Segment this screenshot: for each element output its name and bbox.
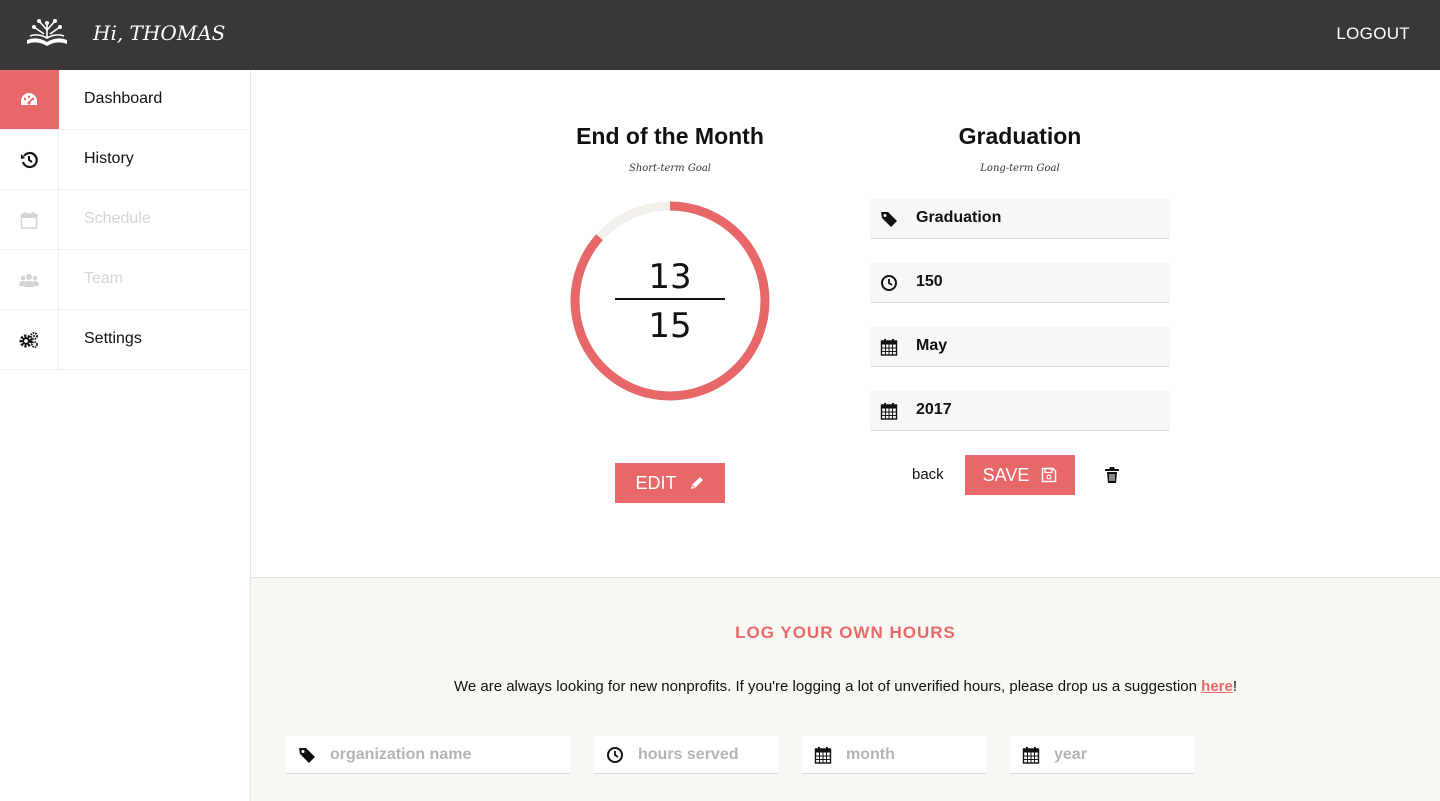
clock-icon [607,747,623,763]
sidebar-item-dashboard[interactable]: Dashboard [0,70,250,130]
log-year-input[interactable] [1054,736,1184,774]
calendar-icon [880,339,898,356]
top-bar: Hi, THOMAS LOGOUT [0,0,1440,70]
edit-button[interactable]: EDIT [615,463,725,503]
gears-icon [19,331,38,348]
goal-hours-field[interactable]: 150 [870,263,1170,303]
calendar-icon [20,211,38,229]
sidebar-icon-cell [0,310,59,369]
organization-input[interactable] [330,736,560,774]
log-month-field[interactable] [802,736,986,774]
edit-button-label: EDIT [635,472,677,493]
log-year-field[interactable] [1010,736,1194,774]
pencil-icon [690,477,703,489]
log-hours-text-end: ! [1232,678,1238,695]
calendar-icon [880,403,898,420]
back-link[interactable]: back [912,466,944,483]
hours-served-input[interactable] [638,736,768,774]
sidebar-item-schedule[interactable]: Schedule [0,190,250,250]
floppy-disk-icon [1042,467,1057,483]
trash-icon[interactable] [1104,466,1120,484]
fraction-divider [615,298,725,300]
log-hours-section: LOG YOUR OWN HOURS We are always looking… [251,577,1440,801]
goal-year-value: 2017 [916,401,952,418]
sidebar-icon-cell [0,70,59,129]
save-button[interactable]: SAVE [965,455,1075,495]
goal-name-value: Graduation [916,209,1002,226]
tag-icon [881,212,897,227]
sidebar-item-history[interactable]: History [0,130,250,190]
sidebar-item-label: Settings [84,330,142,347]
logout-link[interactable]: LOGOUT [1336,24,1410,44]
sidebar-item-label: Dashboard [84,90,163,107]
log-hours-description: We are always looking for new nonprofits… [251,678,1440,695]
log-month-input[interactable] [846,736,976,774]
goal-month-field[interactable]: May [870,327,1170,367]
save-button-label: SAVE [982,464,1030,485]
long-goal-subtitle: Long-term Goal [980,163,1060,174]
hours-served-field[interactable] [594,736,778,774]
sidebar-icon-cell [0,250,59,309]
calendar-icon [1022,747,1040,764]
sidebar-item-team[interactable]: Team [0,250,250,310]
log-hours-text: We are always looking for new nonprofits… [453,678,1202,695]
clock-icon [881,275,897,291]
sidebar-item-label: Schedule [84,210,151,227]
goal-month-value: May [916,337,948,354]
suggestion-link[interactable]: here [1201,678,1233,695]
sidebar-icon-cell [0,190,59,249]
user-greeting: Hi, THOMAS [93,21,226,45]
long-goal-title: Graduation [958,123,1082,149]
goal-name-field[interactable]: Graduation [870,199,1170,239]
hours-completed: 13 [648,257,692,297]
book-logo-icon[interactable] [24,16,70,50]
sidebar: Dashboard History Schedule Team Settings [0,70,251,801]
sidebar-item-label: History [84,150,134,167]
history-icon [21,151,38,168]
short-goal-title: End of the Month [576,123,764,149]
sidebar-icon-cell [0,130,59,189]
goal-progress-ring [570,201,770,401]
users-icon [19,273,39,287]
goal-year-field[interactable]: 2017 [870,391,1170,431]
goal-hours-value: 150 [916,273,943,290]
hours-target: 15 [648,306,692,346]
sidebar-item-settings[interactable]: Settings [0,310,250,370]
calendar-icon [814,747,832,764]
sidebar-item-label: Team [84,270,124,287]
tag-icon [299,748,315,763]
short-goal-subtitle: Short-term Goal [628,163,712,174]
dashboard-icon [21,92,37,105]
log-hours-title: LOG YOUR OWN HOURS [735,623,956,642]
organization-field[interactable] [286,736,570,774]
